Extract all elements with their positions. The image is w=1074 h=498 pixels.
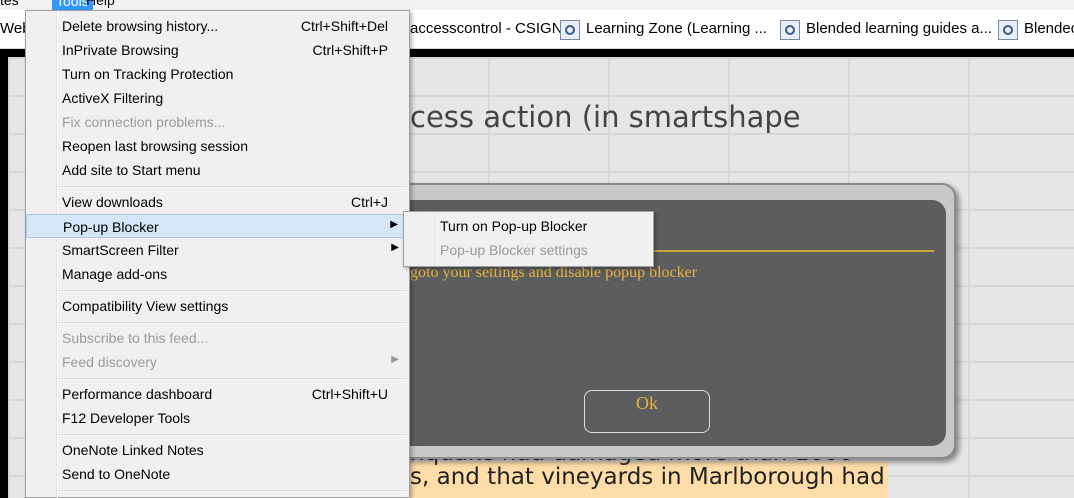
favorite-link[interactable]: Blendec <box>1024 20 1074 37</box>
chevron-right-icon: ▶ <box>390 219 398 230</box>
menu-item-popup-blocker[interactable]: Pop-up Blocker ▶ <box>26 214 408 238</box>
menu-item-label: OneNote Linked Notes <box>62 442 204 458</box>
menu-item-label: Add site to Start menu <box>62 162 201 178</box>
menu-item-send-onenote[interactable]: Send to OneNote <box>26 462 408 486</box>
menu-item-shortcut: Ctrl+Shift+Del <box>300 18 388 34</box>
menu-separator <box>58 186 406 188</box>
menu-item-subscribe-feed[interactable]: Subscribe to this feed... <box>26 326 408 350</box>
menu-item-label: Delete browsing history... <box>62 18 219 34</box>
menu-item-label: Feed discovery <box>62 354 157 370</box>
menu-help[interactable]: Help <box>86 0 115 8</box>
menu-item-label: Manage add-ons <box>62 266 168 282</box>
menu-item-shortcut: Ctrl+Shift+U <box>311 386 388 402</box>
site-favicon-icon <box>998 20 1018 40</box>
menu-item-label: Fix connection problems... <box>62 114 226 130</box>
menu-item-smartscreen[interactable]: SmartScreen Filter ▶ <box>26 238 408 262</box>
menu-item-add-to-start[interactable]: Add site to Start menu <box>26 158 408 182</box>
menu-item-f12-tools[interactable]: F12 Developer Tools <box>26 406 408 430</box>
menu-item-activex-filtering[interactable]: ActiveX Filtering <box>26 86 408 110</box>
menu-item-label: Turn on Pop-up Blocker <box>440 218 588 234</box>
page-heading: cess action (in smartshape <box>410 100 801 134</box>
menu-item-label: ActiveX Filtering <box>62 90 164 106</box>
menu-item-performance[interactable]: Performance dashboard Ctrl+Shift+U <box>26 382 408 406</box>
menu-item-label: SmartScreen Filter <box>62 242 179 258</box>
menu-item-onenote-linked[interactable]: OneNote Linked Notes <box>26 438 408 462</box>
menu-separator <box>58 434 406 436</box>
menu-separator <box>58 322 406 324</box>
menu-item-tracking-protection[interactable]: Turn on Tracking Protection <box>26 62 408 86</box>
menu-item-label: Pop-up Blocker <box>63 219 159 235</box>
favorite-link[interactable]: accesscontrol - CSIGN <box>410 20 563 37</box>
menu-item-feed-discovery[interactable]: Feed discovery ▶ <box>26 350 408 374</box>
menu-item-delete-history[interactable]: Delete browsing history... Ctrl+Shift+De… <box>26 14 408 38</box>
menu-item-popup-blocker-settings[interactable]: Pop-up Blocker settings <box>404 238 652 262</box>
menu-favorites[interactable]: tes <box>0 0 19 8</box>
menu-item-shortcut: Ctrl+J <box>351 194 388 210</box>
body-text: s, and that vineyards in Marlborough had <box>410 464 885 490</box>
menu-separator <box>58 490 406 492</box>
menu-item-inprivate[interactable]: InPrivate Browsing Ctrl+Shift+P <box>26 38 408 62</box>
menu-separator <box>58 290 406 292</box>
ok-button[interactable]: Ok <box>584 390 710 433</box>
menu-separator <box>58 378 406 380</box>
menu-item-shortcut: Ctrl+Shift+P <box>312 42 388 58</box>
chevron-right-icon: ▶ <box>391 354 399 365</box>
menu-item-label: Subscribe to this feed... <box>62 330 209 346</box>
menu-item-label: Send to OneNote <box>62 466 171 482</box>
menu-item-label: View downloads <box>62 194 163 210</box>
menu-item-label: Compatibility View settings <box>62 298 229 314</box>
menu-item-label: InPrivate Browsing <box>62 42 179 58</box>
menu-item-label: Turn on Tracking Protection <box>62 66 234 82</box>
menu-item-label: Performance dashboard <box>62 386 213 402</box>
chevron-right-icon: ▶ <box>391 242 399 253</box>
site-favicon-icon <box>560 20 580 40</box>
menu-item-label: Reopen last browsing session <box>62 138 248 154</box>
favorite-link[interactable]: Learning Zone (Learning ... <box>586 20 767 37</box>
menu-item-label: Pop-up Blocker settings <box>440 242 588 258</box>
menu-item-fix-connection[interactable]: Fix connection problems... <box>26 110 408 134</box>
site-favicon-icon <box>780 20 800 40</box>
menu-item-view-downloads[interactable]: View downloads Ctrl+J <box>26 190 408 214</box>
favorite-link[interactable]: Blended learning guides a... <box>806 20 992 37</box>
menu-item-turn-on-popup-blocker[interactable]: Turn on Pop-up Blocker <box>404 214 652 238</box>
menu-item-label: F12 Developer Tools <box>62 410 191 426</box>
menu-item-reopen-session[interactable]: Reopen last browsing session <box>26 134 408 158</box>
menu-item-manage-addons[interactable]: Manage add-ons <box>26 262 408 286</box>
menu-item-compat-view[interactable]: Compatibility View settings <box>26 294 408 318</box>
